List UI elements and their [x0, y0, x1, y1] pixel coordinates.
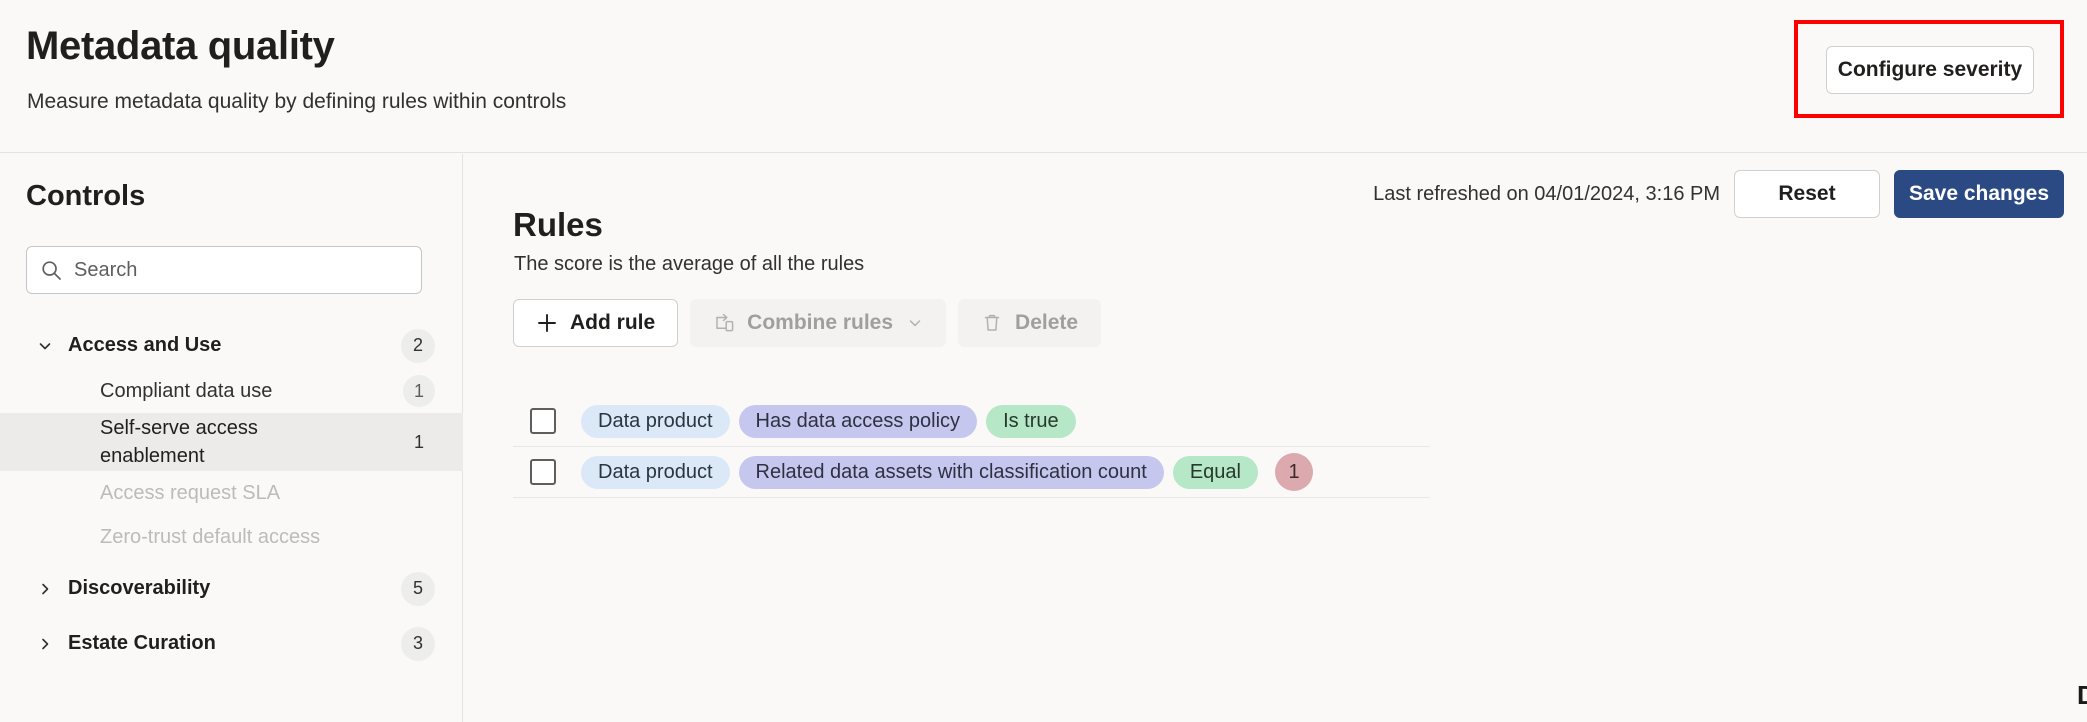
sidebar-group-count: 5 — [401, 572, 435, 606]
chevron-down-icon — [34, 335, 56, 357]
table-row[interactable]: Data product Related data assets with cl… — [513, 447, 1430, 498]
clipped-edge-glyph: D — [2077, 681, 2087, 709]
rule-operator-pill[interactable]: Equal — [1173, 456, 1258, 489]
rules-panel: Last refreshed on 04/01/2024, 3:16 PM Re… — [464, 154, 2087, 722]
sidebar-item-compliant-data-use[interactable]: Compliant data use 1 — [0, 369, 463, 413]
chevron-right-icon — [34, 578, 56, 600]
sidebar-item-count: 1 — [403, 375, 435, 407]
rules-toolbar: Last refreshed on 04/01/2024, 3:16 PM Re… — [1373, 170, 2064, 218]
chevron-down-icon — [907, 315, 923, 331]
page-title: Metadata quality — [26, 22, 335, 70]
search-input[interactable]: Search — [74, 259, 137, 282]
rule-checkbox[interactable] — [530, 408, 556, 434]
rules-subtitle: The score is the average of all the rule… — [514, 253, 864, 276]
last-refreshed-text: Last refreshed on 04/01/2024, 3:16 PM — [1373, 183, 1720, 206]
sidebar-item-label: Zero-trust default access — [100, 523, 320, 551]
sidebar-item-access-request-sla[interactable]: Access request SLA — [0, 471, 463, 515]
page-subtitle: Measure metadata quality by defining rul… — [27, 88, 566, 116]
sidebar-item-label: Access request SLA — [100, 479, 280, 507]
metadata-quality-page: Metadata quality Measure metadata qualit… — [0, 0, 2087, 722]
reset-button[interactable]: Reset — [1734, 170, 1880, 218]
delete-label: Delete — [1015, 311, 1078, 335]
rule-operator-pill[interactable]: Is true — [986, 405, 1076, 438]
sidebar-group-count: 3 — [401, 627, 435, 661]
rule-checkbox[interactable] — [530, 459, 556, 485]
save-changes-button[interactable]: Save changes — [1894, 170, 2064, 218]
combine-rules-button[interactable]: Combine rules — [690, 299, 946, 347]
sidebar-item-self-serve-access-enablement[interactable]: Self-serve access enablement 1 — [0, 413, 463, 471]
sidebar-group-access-and-use[interactable]: Access and Use 2 — [0, 322, 463, 369]
add-rule-label: Add rule — [570, 311, 655, 335]
sidebar-group-estate-curation[interactable]: Estate Curation 3 — [0, 620, 463, 667]
search-box[interactable]: Search — [26, 246, 422, 294]
rules-title: Rules — [513, 206, 603, 244]
sidebar-group-discoverability[interactable]: Discoverability 5 — [0, 565, 463, 612]
combine-icon — [713, 312, 735, 334]
trash-icon — [981, 312, 1003, 334]
sidebar-group-label: Discoverability — [68, 577, 210, 600]
sidebar-group-label: Estate Curation — [68, 632, 216, 655]
rules-list: Data product Has data access policy Is t… — [513, 396, 1430, 498]
chevron-right-icon — [34, 633, 56, 655]
plus-icon — [536, 312, 558, 334]
page-header: Metadata quality Measure metadata qualit… — [0, 0, 2087, 153]
rule-entity-pill[interactable]: Data product — [581, 456, 730, 489]
sidebar-item-label: Compliant data use — [100, 377, 272, 405]
sidebar-item-label: Self-serve access enablement — [100, 414, 270, 470]
rule-value-badge[interactable]: 1 — [1275, 453, 1313, 491]
sidebar-group-label: Access and Use — [68, 334, 221, 357]
sidebar-group-count: 2 — [401, 329, 435, 363]
delete-button[interactable]: Delete — [958, 299, 1101, 347]
table-row[interactable]: Data product Has data access policy Is t… — [513, 396, 1430, 447]
rule-entity-pill[interactable]: Data product — [581, 405, 730, 438]
rule-property-pill[interactable]: Related data assets with classification … — [739, 456, 1164, 489]
add-rule-button[interactable]: Add rule — [513, 299, 678, 347]
sidebar-item-zero-trust-default-access[interactable]: Zero-trust default access — [0, 515, 463, 559]
rule-property-pill[interactable]: Has data access policy — [739, 405, 978, 438]
search-icon — [41, 260, 62, 281]
configure-severity-button[interactable]: Configure severity — [1826, 46, 2034, 94]
controls-tree: Access and Use 2 Compliant data use 1 Se… — [0, 322, 463, 667]
sidebar-title: Controls — [26, 180, 145, 213]
rules-action-bar: Add rule Combine rules — [513, 299, 1101, 347]
sidebar-item-count: 1 — [403, 426, 435, 458]
controls-sidebar: Controls Search Access and Use 2 — [0, 154, 463, 722]
combine-rules-label: Combine rules — [747, 311, 893, 335]
